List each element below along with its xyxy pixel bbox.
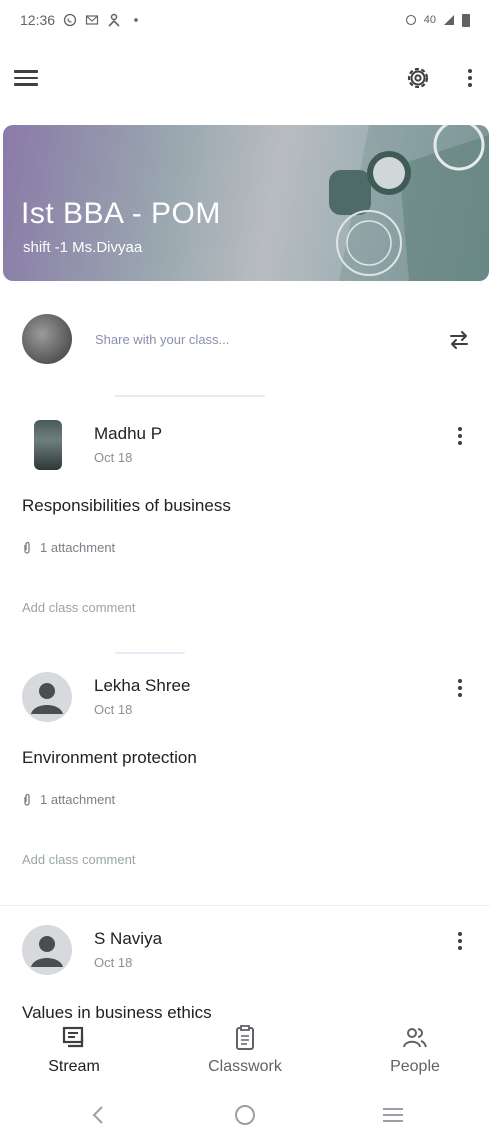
banner-illustration	[329, 125, 489, 281]
nav-stream[interactable]: Stream	[4, 1024, 144, 1082]
nav-people-label: People	[390, 1058, 440, 1075]
author-name: Madhu P	[94, 424, 163, 443]
status-time: 12:36	[20, 12, 56, 28]
recents-icon[interactable]	[378, 1102, 408, 1128]
avatar	[34, 420, 62, 470]
whatsapp-icon	[63, 13, 77, 27]
post-date: Oct 18	[94, 955, 133, 970]
more-vert-icon[interactable]	[448, 674, 472, 702]
share-row[interactable]: Share with your class...	[0, 300, 490, 380]
menu-icon[interactable]	[12, 64, 40, 92]
dot-icon	[134, 18, 138, 22]
paperclip-icon	[24, 793, 30, 806]
author-name: Lekha Shree	[94, 676, 191, 695]
course-subtitle: shift -1 Ms.Divyaa	[23, 239, 143, 256]
avatar	[22, 672, 72, 722]
nav-classwork[interactable]: Classwork	[175, 1024, 315, 1082]
divider	[0, 905, 490, 906]
attachment-link[interactable]: 1 attachment	[22, 792, 115, 807]
repost-icon[interactable]	[445, 326, 473, 354]
classwork-icon	[236, 1025, 254, 1050]
stream-icon	[62, 1026, 84, 1048]
person-avatar-icon	[31, 936, 63, 967]
author-name: S Naviya	[94, 929, 163, 948]
avatar	[22, 925, 72, 975]
nav-classwork-label: Classwork	[208, 1058, 282, 1075]
home-circle-icon[interactable]	[230, 1102, 260, 1128]
user-avatar	[22, 314, 72, 364]
add-comment-link[interactable]: Add class comment	[22, 852, 135, 867]
attachment-link[interactable]: 1 attachment	[22, 540, 115, 555]
mail-icon	[85, 15, 99, 25]
post-date: Oct 18	[94, 702, 133, 717]
app-bar	[0, 52, 490, 104]
gear-icon[interactable]	[402, 62, 434, 94]
alarm-icon	[405, 14, 416, 26]
signal-icon	[444, 15, 454, 25]
person-icon	[108, 13, 120, 27]
share-placeholder[interactable]: Share with your class...	[95, 332, 229, 347]
nav-stream-label: Stream	[48, 1058, 100, 1075]
add-comment-link[interactable]: Add class comment	[22, 600, 135, 615]
network-label: 40	[423, 14, 436, 26]
status-bar: 12:36 40	[0, 0, 490, 40]
system-navigation	[0, 1086, 490, 1144]
paperclip-icon	[24, 541, 30, 554]
attachment-label: 1 attachment	[40, 540, 116, 555]
class-banner[interactable]: Ist BBA - POM shift -1 Ms.Divyaa	[3, 125, 489, 281]
post-title: Environment protection	[22, 748, 197, 767]
battery-icon	[462, 13, 470, 27]
nav-people[interactable]: People	[345, 1024, 485, 1082]
more-vert-icon[interactable]	[448, 422, 472, 450]
post-title: Responsibilities of business	[22, 496, 231, 515]
people-icon	[403, 1028, 427, 1048]
person-avatar-icon	[31, 683, 63, 714]
bottom-navigation: Stream Classwork People	[0, 1018, 490, 1086]
back-icon[interactable]	[84, 1102, 114, 1128]
divider	[115, 395, 265, 397]
more-vert-icon[interactable]	[448, 927, 472, 955]
post-date: Oct 18	[94, 450, 133, 465]
divider	[115, 652, 185, 654]
more-vert-icon[interactable]	[458, 64, 482, 92]
course-title: Ist BBA - POM	[21, 197, 221, 230]
attachment-label: 1 attachment	[40, 792, 116, 807]
